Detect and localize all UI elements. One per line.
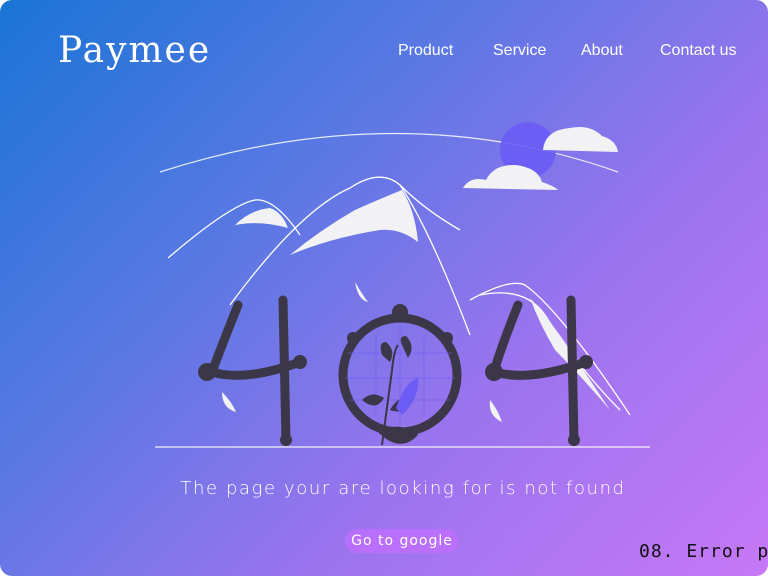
brand-logo[interactable]: Paymee xyxy=(58,30,211,71)
error-message: The page your are looking for is not fou… xyxy=(180,478,626,499)
leaf-icon xyxy=(222,392,236,412)
nav-contact-us[interactable]: Contact us xyxy=(660,42,736,60)
cloud-icon xyxy=(543,127,618,152)
mountain-left xyxy=(167,199,301,259)
digit-zero xyxy=(338,304,462,437)
error-404-illustration xyxy=(155,122,650,448)
go-to-google-button[interactable]: Go to google xyxy=(345,529,459,553)
digit-four-right xyxy=(485,295,593,446)
snow-cap-center xyxy=(290,190,418,255)
leaf-icon xyxy=(355,282,368,302)
leaf-icon xyxy=(489,400,502,422)
mountain-center xyxy=(229,176,461,306)
digit-four-left xyxy=(198,295,307,446)
shot-caption: 08. Error pa xyxy=(639,541,768,562)
nav-service[interactable]: Service xyxy=(493,42,546,60)
error-page: Paymee Product Service About Contact us xyxy=(0,0,768,576)
nav-about[interactable]: About xyxy=(581,42,623,60)
nav-product[interactable]: Product xyxy=(398,42,453,60)
